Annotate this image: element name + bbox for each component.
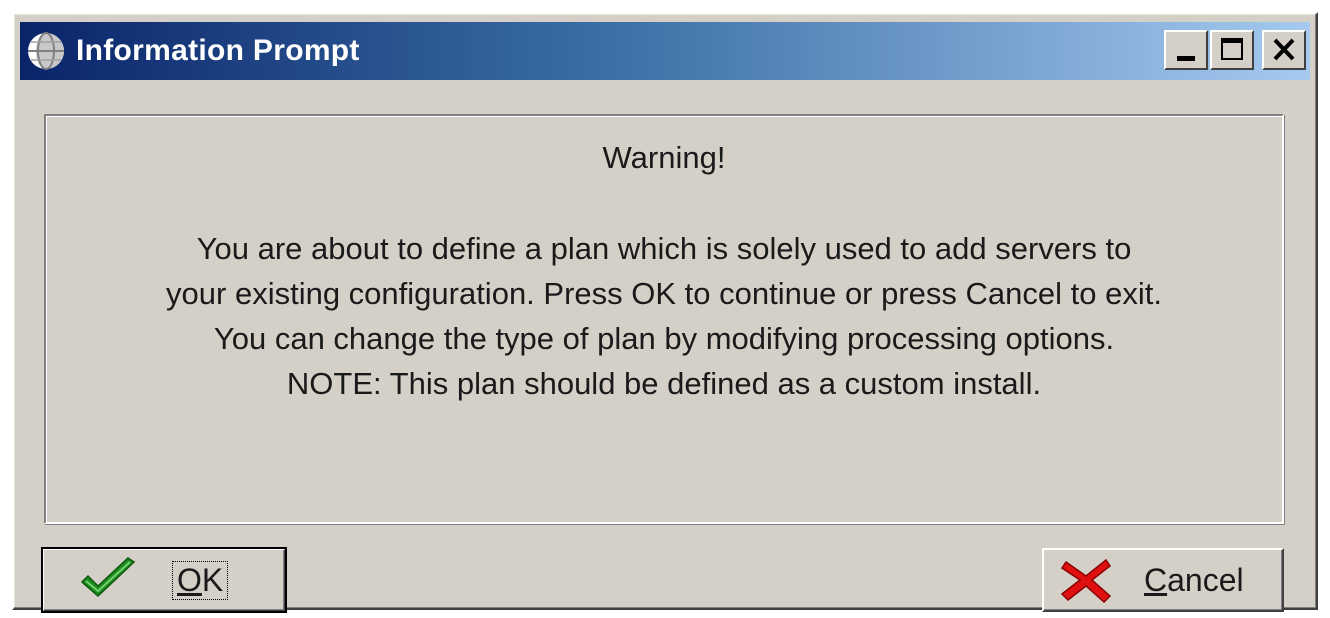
message-line: You are about to define a plan which is … (196, 231, 1132, 266)
information-prompt-window: Information Prompt Warning! You are abou… (12, 12, 1318, 613)
message-line: You can change the type of plan by modif… (213, 321, 1115, 356)
warning-heading: Warning! (602, 140, 726, 175)
minimize-button[interactable] (1164, 30, 1208, 70)
ok-label: OK (172, 560, 229, 600)
close-icon (1273, 38, 1295, 61)
ok-button[interactable]: OK (41, 547, 287, 613)
app-globe-icon (28, 32, 64, 70)
maximize-button[interactable] (1210, 30, 1254, 70)
message-text: You are about to define a plan which is … (46, 226, 1282, 406)
x-icon (1060, 558, 1112, 604)
cancel-label: Cancel (1144, 561, 1244, 598)
message-line: your existing configuration. Press OK to… (166, 276, 1162, 311)
title-bar[interactable]: Information Prompt (20, 22, 1310, 80)
minimize-icon (1177, 56, 1195, 61)
maximize-icon (1221, 38, 1243, 60)
close-button[interactable] (1262, 30, 1306, 70)
cancel-button[interactable]: Cancel (1042, 548, 1284, 612)
window-controls (1164, 30, 1306, 70)
checkmark-icon (80, 557, 136, 598)
message-panel: Warning! You are about to define a plan … (44, 114, 1284, 524)
message-line: NOTE: This plan should be defined as a c… (286, 366, 1042, 401)
window-title: Information Prompt (76, 34, 360, 67)
